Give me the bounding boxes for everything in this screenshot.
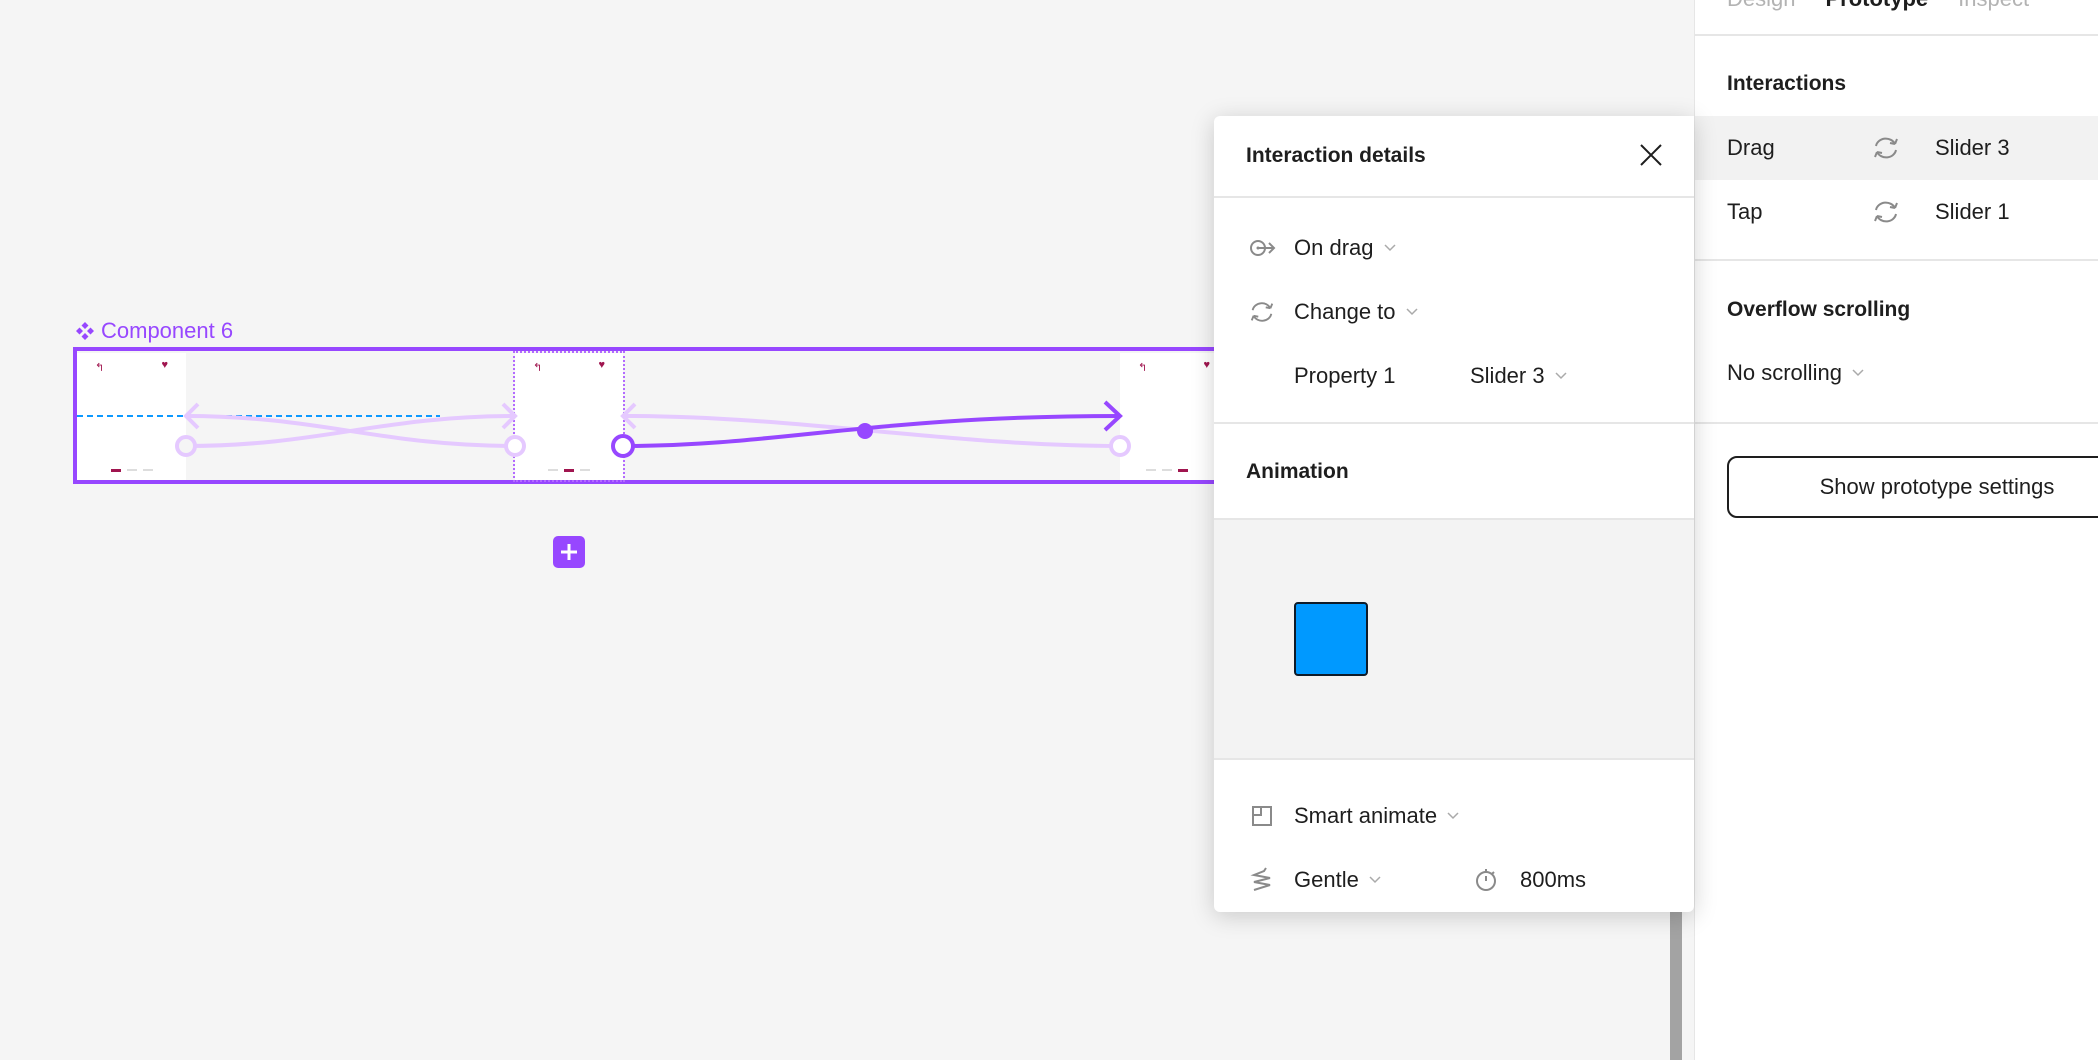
chevron-down-icon bbox=[1369, 876, 1381, 884]
overflow-value: No scrolling bbox=[1727, 360, 1842, 385]
heart-icon: ♥ bbox=[1203, 359, 1210, 371]
animation-preview bbox=[1214, 518, 1694, 760]
chevron-down-icon bbox=[1406, 308, 1418, 316]
drag-trigger-icon bbox=[1250, 240, 1276, 256]
back-icon: ↰ bbox=[95, 362, 105, 374]
trigger-value: On drag bbox=[1294, 235, 1374, 260]
divider bbox=[1214, 196, 1694, 198]
component-frame[interactable] bbox=[73, 347, 1233, 484]
page-dots bbox=[1120, 469, 1214, 472]
show-prototype-settings-button[interactable]: Show prototype settings bbox=[1727, 456, 2098, 518]
component-name: Component 6 bbox=[101, 318, 234, 343]
divider bbox=[1695, 259, 2098, 261]
interaction-destination: Slider 1 bbox=[1935, 199, 2010, 224]
interaction-details-popup: Interaction details On drag Change to Pr… bbox=[1214, 116, 1694, 912]
component-icon bbox=[76, 322, 94, 340]
chevron-down-icon bbox=[1447, 812, 1459, 820]
divider bbox=[1214, 422, 1694, 424]
component-label[interactable]: Component 6 bbox=[75, 318, 233, 344]
change-to-icon bbox=[1874, 137, 1898, 159]
property-value-dropdown[interactable]: Slider 3 bbox=[1470, 363, 1567, 389]
canvas-scrollbar[interactable] bbox=[1670, 905, 1682, 1060]
tab-prototype[interactable]: Prototype bbox=[1825, 0, 1928, 12]
interaction-destination: Slider 3 bbox=[1935, 135, 2010, 160]
timer-icon bbox=[1476, 869, 1496, 891]
heart-icon: ♥ bbox=[161, 359, 168, 371]
plus-icon bbox=[561, 544, 577, 560]
heart-icon: ♥ bbox=[598, 359, 605, 371]
animation-type-dropdown[interactable]: Smart animate bbox=[1214, 796, 1694, 836]
action-dropdown[interactable]: Change to bbox=[1214, 292, 1694, 332]
trigger-dropdown[interactable]: On drag bbox=[1214, 228, 1694, 268]
interactions-title: Interactions bbox=[1727, 72, 1847, 95]
overflow-title: Overflow scrolling bbox=[1727, 298, 1911, 321]
frame-slider-2[interactable]: ↰ ♥ bbox=[513, 351, 625, 482]
interaction-trigger: Drag bbox=[1727, 135, 1775, 160]
chevron-down-icon bbox=[1852, 369, 1864, 377]
back-icon: ↰ bbox=[1138, 362, 1148, 374]
easing-dropdown[interactable]: Gentle bbox=[1294, 867, 1381, 893]
interaction-row[interactable]: Tap Slider 1 bbox=[1695, 180, 2098, 244]
property-value: Slider 3 bbox=[1470, 363, 1545, 388]
preview-square bbox=[1294, 602, 1368, 676]
tab-inspect[interactable]: Inspect bbox=[1958, 0, 2029, 12]
frame-slider-1[interactable]: ↰ ♥ bbox=[77, 353, 186, 480]
easing-value: Gentle bbox=[1294, 867, 1359, 892]
smart-animate-icon bbox=[1252, 806, 1272, 826]
easing-row: Gentle 800ms bbox=[1214, 860, 1694, 900]
animation-title: Animation bbox=[1246, 460, 1349, 483]
right-panel: Design Prototype Inspect Interactions Dr… bbox=[1694, 0, 2098, 1060]
interaction-trigger: Tap bbox=[1727, 199, 1763, 224]
page-dots bbox=[77, 469, 186, 472]
chevron-down-icon bbox=[1555, 372, 1567, 380]
add-variant-button[interactable] bbox=[553, 536, 585, 568]
divider bbox=[1695, 34, 2098, 36]
divider bbox=[1695, 422, 2098, 424]
change-to-icon bbox=[1874, 201, 1898, 223]
page-dots bbox=[515, 469, 623, 472]
animation-type-value: Smart animate bbox=[1294, 803, 1438, 828]
close-icon[interactable] bbox=[1638, 142, 1664, 168]
overflow-dropdown[interactable]: No scrolling bbox=[1727, 360, 1864, 386]
tab-design[interactable]: Design bbox=[1727, 0, 1795, 12]
change-to-icon bbox=[1250, 302, 1274, 322]
action-value: Change to bbox=[1294, 299, 1396, 324]
panel-tabs: Design Prototype Inspect bbox=[1727, 0, 2029, 12]
frame-slider-3[interactable]: ↰ ♥ bbox=[1120, 353, 1214, 480]
chevron-down-icon bbox=[1383, 244, 1396, 252]
interaction-row[interactable]: Drag Slider 3 bbox=[1695, 116, 2098, 180]
property-name: Property 1 bbox=[1294, 363, 1396, 388]
popup-title: Interaction details bbox=[1246, 144, 1426, 167]
back-icon: ↰ bbox=[533, 362, 543, 374]
property-row: Property 1 Slider 3 bbox=[1214, 356, 1694, 396]
duration-input[interactable]: 800ms bbox=[1520, 867, 1586, 893]
spring-icon bbox=[1250, 867, 1271, 891]
